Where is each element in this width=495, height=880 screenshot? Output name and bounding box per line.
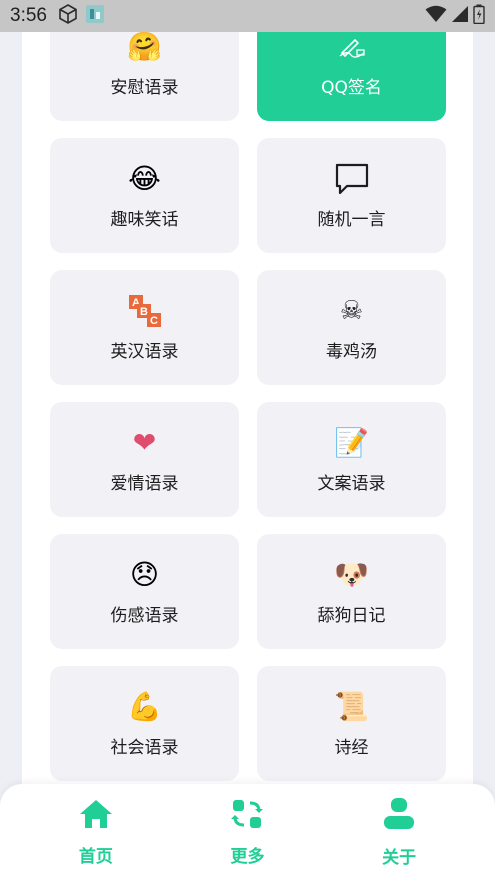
- wifi-icon: [425, 5, 447, 27]
- abc-blocks-icon: A B C: [127, 293, 163, 329]
- category-grid: 🤗 安慰语录 QQ签名 😂 趣味笑话 随机一言 A B C 英汉语录 ☠ 毒鸡汤…: [50, 6, 446, 781]
- sad-face-icon: 😞: [129, 558, 160, 591]
- card-label: 文案语录: [317, 474, 386, 494]
- nav-label: 关于: [382, 847, 417, 868]
- card-label: 舔狗日记: [317, 606, 386, 626]
- home-icon: [78, 798, 114, 834]
- app-notification-icon: [85, 4, 105, 28]
- card-random-quote[interactable]: 随机一言: [257, 138, 446, 253]
- card-label: 英汉语录: [110, 342, 179, 362]
- card-label: 随机一言: [317, 210, 386, 230]
- card-label: 诗经: [334, 738, 369, 758]
- card-label: QQ签名: [321, 78, 382, 98]
- card-book-of-songs[interactable]: 📜 诗经: [257, 666, 446, 781]
- card-label: 伤感语录: [110, 606, 179, 626]
- nav-label: 首页: [78, 846, 113, 867]
- card-label: 爱情语录: [110, 474, 179, 494]
- card-label: 毒鸡汤: [326, 342, 377, 362]
- card-sad-quotes[interactable]: 😞 伤感语录: [50, 534, 239, 649]
- signature-pen-icon: [334, 29, 370, 65]
- signal-icon: [451, 5, 469, 27]
- nav-label: 更多: [230, 846, 265, 867]
- memo-icon: 📝: [334, 426, 369, 459]
- status-bar: 3:56: [0, 0, 495, 32]
- card-label: 趣味笑话: [110, 210, 179, 230]
- card-poison-chicken-soup[interactable]: ☠ 毒鸡汤: [257, 270, 446, 385]
- laughing-face-icon: 😂: [128, 162, 161, 195]
- card-label: 社会语录: [110, 738, 179, 758]
- flexed-biceps-icon: 💪: [127, 690, 162, 723]
- svg-text:B: B: [140, 306, 148, 318]
- bottom-nav: 首页 更多 关于: [0, 784, 495, 880]
- nav-about[interactable]: 关于: [339, 797, 459, 868]
- svg-text:C: C: [150, 315, 158, 327]
- status-time: 3:56: [10, 5, 47, 26]
- cube-icon: [57, 3, 79, 29]
- scroll-icon: 📜: [334, 690, 369, 723]
- card-english-chinese-quotes[interactable]: A B C 英汉语录: [50, 270, 239, 385]
- card-simp-diary[interactable]: 🐶 舔狗日记: [257, 534, 446, 649]
- hugging-face-icon: 🤗: [127, 30, 162, 63]
- card-label: 安慰语录: [110, 78, 179, 98]
- dog-face-icon: 🐶: [334, 558, 369, 591]
- skull-crossbones-icon: ☠: [339, 296, 364, 326]
- speech-bubble-icon: [334, 161, 370, 197]
- card-love-quotes[interactable]: ❤ 爱情语录: [50, 402, 239, 517]
- battery-icon: [473, 4, 485, 28]
- card-funny-jokes[interactable]: 😂 趣味笑话: [50, 138, 239, 253]
- nav-more[interactable]: 更多: [187, 798, 307, 867]
- card-copywriting-quotes[interactable]: 📝 文案语录: [257, 402, 446, 517]
- person-icon: [382, 797, 416, 835]
- nav-home[interactable]: 首页: [36, 798, 156, 867]
- refresh-grid-icon: [231, 798, 264, 834]
- card-social-quotes[interactable]: 💪 社会语录: [50, 666, 239, 781]
- heart-icon: ❤: [132, 426, 157, 459]
